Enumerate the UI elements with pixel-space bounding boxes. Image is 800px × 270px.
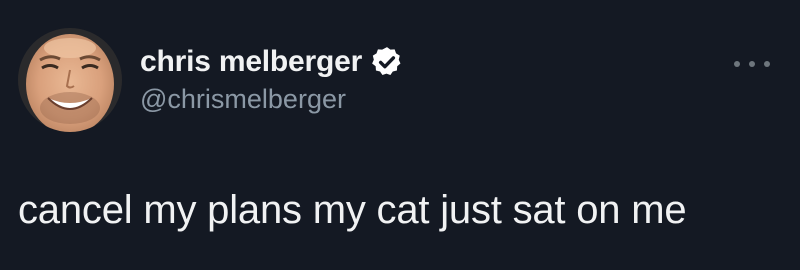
verified-badge-icon (370, 45, 404, 79)
tweet-card: chris melberger @chrismelberger cancel m… (0, 0, 800, 270)
more-dot (749, 61, 755, 67)
avatar[interactable] (18, 28, 122, 132)
more-horizontal-icon[interactable] (734, 54, 770, 74)
display-name[interactable]: chris melberger (140, 45, 362, 79)
handle[interactable]: @chrismelberger (140, 84, 346, 115)
tweet-text: cancel my plans my cat just sat on me (18, 188, 687, 232)
avatar-photo (18, 28, 122, 132)
more-dot (764, 61, 770, 67)
author-name-row: chris melberger (140, 42, 404, 82)
more-dot (734, 61, 740, 67)
